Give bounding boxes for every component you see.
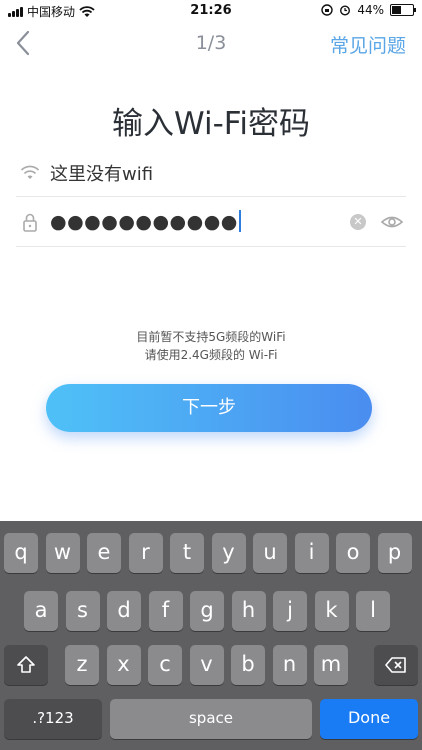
status-bar: 中国移动 21:26 44% [0,0,422,22]
text-cursor [238,210,241,232]
status-right: 44% [321,3,416,17]
key-p[interactable]: p [377,533,412,573]
clear-icon[interactable]: ✕ [350,214,366,230]
key-u[interactable]: u [253,533,287,573]
key-b[interactable]: b [231,645,265,685]
keyboard-row-2: asdfghjkl [0,591,422,631]
key-i[interactable]: i [294,533,329,573]
key-z[interactable]: z [65,645,99,685]
show-password-eye-icon[interactable] [380,210,404,234]
keyboard-row-4: .?123 space Done [0,699,422,739]
password-value: ●●●●●●●●●●● [50,211,238,233]
lock-icon [23,213,37,232]
wifi-icon [20,165,40,179]
key-d[interactable]: d [107,591,141,631]
key-l[interactable]: l [356,591,390,631]
key-n[interactable]: n [272,645,307,685]
keyboard-row-3: zxcvbnm [0,645,422,685]
key-y[interactable]: y [211,533,246,573]
alarm-icon [340,5,351,16]
space-key[interactable]: space [110,699,312,739]
battery-icon [390,4,416,16]
key-s[interactable]: s [65,591,100,631]
hint-line-2: 请使用2.4G频段的 Wi-Fi [144,348,278,362]
key-g[interactable]: g [190,591,224,631]
rotation-lock-icon [321,4,334,16]
password-input[interactable]: ●●●●●●●●●●● [50,210,241,233]
key-r[interactable]: r [128,533,163,573]
wifi-ssid: 这里没有wifi [50,164,154,185]
faq-link[interactable]: 常见问题 [330,31,406,58]
hint-line-1: 目前暂不支持5G频段的WiFi [136,330,286,344]
keyboard-row-1: qwertyuiop [0,533,422,573]
keyboard: qwertyuiop asdfghjkl zxcvbnm .?123 space… [0,521,422,750]
key-v[interactable]: v [189,645,224,685]
shift-icon [17,656,35,673]
key-h[interactable]: h [231,591,266,631]
shift-key[interactable] [4,645,48,685]
key-t[interactable]: t [170,533,204,573]
backspace-icon [385,657,406,673]
key-q[interactable]: q [4,533,38,573]
key-x[interactable]: x [106,645,141,685]
5g-hint: 目前暂不支持5G频段的WiFi 请使用2.4G频段的 Wi-Fi [0,328,422,364]
battery-percent: 44% [357,3,384,17]
numbers-key[interactable]: .?123 [4,699,102,739]
page-title: 输入Wi-Fi密码 [112,106,310,142]
key-a[interactable]: a [24,591,58,631]
key-e[interactable]: e [87,533,121,573]
key-c[interactable]: c [148,645,182,685]
password-row: ●●●●●●●●●●● ✕ [16,198,406,247]
wifi-ssid-row[interactable]: 这里没有wifi [16,148,406,197]
key-j[interactable]: j [273,591,307,631]
key-f[interactable]: f [148,591,183,631]
key-m[interactable]: m [314,645,348,685]
key-k[interactable]: k [314,591,349,631]
done-key[interactable]: Done [320,699,418,739]
nav-bar: 1/3 常见问题 [0,24,422,64]
key-w[interactable]: w [45,533,80,573]
next-button[interactable]: 下一步 [46,384,372,432]
delete-key[interactable] [374,645,418,685]
key-o[interactable]: o [336,533,370,573]
